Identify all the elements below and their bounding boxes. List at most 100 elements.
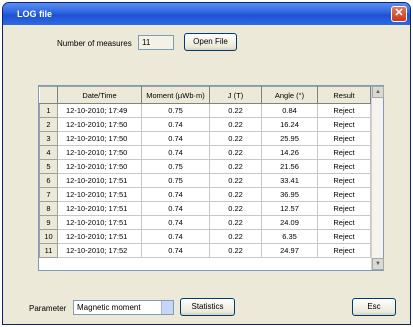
table-cell: 12-10-2010; 17:51 <box>57 187 142 202</box>
table-cell: 0.22 <box>209 117 262 132</box>
table-cell: 12-10-2010; 17:51 <box>57 201 142 216</box>
table-cell: Reject <box>317 103 371 118</box>
table-cell: 0.22 <box>209 173 262 188</box>
table-cell: 0.22 <box>209 187 262 202</box>
table-cell: Reject <box>317 145 371 160</box>
table-cell: 0.74 <box>141 201 210 216</box>
table-cell: 12-10-2010; 17:50 <box>57 159 142 174</box>
row-number: 1 <box>39 103 58 118</box>
column-header[interactable]: Angle (°) <box>261 86 318 104</box>
table-row[interactable]: 10 12-10-2010; 17:51 0.74 0.22 6.35 Reject <box>39 229 371 244</box>
column-header[interactable]: Result <box>317 86 371 104</box>
table-cell: Reject <box>317 131 371 146</box>
table-cell: 0.22 <box>209 145 262 160</box>
table-cell: 0.74 <box>141 243 210 258</box>
row-number: 2 <box>39 117 58 132</box>
row-number: 9 <box>39 215 58 230</box>
table-row[interactable]: 3 12-10-2010; 17:50 0.74 0.22 25.95 Reject <box>39 131 371 146</box>
table-cell: 0.22 <box>209 131 262 146</box>
table-cell: Reject <box>317 229 371 244</box>
row-number: 8 <box>39 201 58 216</box>
table-cell: 21.56 <box>261 159 318 174</box>
scroll-up-icon[interactable]: ▲ <box>372 86 384 98</box>
row-number: 6 <box>39 173 58 188</box>
table-row[interactable]: 2 12-10-2010; 17:50 0.74 0.22 16.24 Reject <box>39 117 371 132</box>
log-table: Date/Time Moment (µWb·m) J (T) Angle (°) Res… <box>39 86 371 258</box>
table-cell: Reject <box>317 187 371 202</box>
table-row[interactable]: 7 12-10-2010; 17:51 0.74 0.22 36.95 Reject <box>39 187 371 202</box>
row-number: 11 <box>39 243 58 258</box>
table-row[interactable]: 4 12-10-2010; 17:50 0.74 0.22 14.26 Reject <box>39 145 371 160</box>
vertical-scrollbar[interactable]: ▲ ▼ <box>371 86 384 270</box>
table-cell: 0.84 <box>261 103 318 118</box>
window-title: LOG file <box>17 9 53 19</box>
table-cell: 0.75 <box>141 159 210 174</box>
statistics-button[interactable]: Statistics <box>180 298 235 316</box>
table-row[interactable]: 1 12-10-2010; 17:49 0.75 0.22 0.84 Reject <box>39 103 371 118</box>
esc-button[interactable]: Esc <box>352 298 396 316</box>
title-bar[interactable]: LOG file ✕ <box>3 3 410 25</box>
column-header[interactable] <box>39 86 58 104</box>
close-icon[interactable]: ✕ <box>391 6 407 22</box>
table-cell: 33.41 <box>261 173 318 188</box>
table-cell: Reject <box>317 159 371 174</box>
table-row[interactable]: 8 12-10-2010; 17:51 0.74 0.22 12.57 Reject <box>39 201 371 216</box>
table-header-row: Date/Time Moment (µWb·m) J (T) Angle (°) Res… <box>39 86 371 104</box>
table-cell: 14.26 <box>261 145 318 160</box>
log-file-window: LOG file ✕ Number of measures 11 Open Fi… <box>2 2 411 325</box>
column-header[interactable]: Moment (µWb·m) <box>141 86 210 104</box>
open-file-button[interactable]: Open File <box>184 33 237 51</box>
log-grid[interactable]: Date/Time Moment (µWb·m) J (T) Angle (°) Res… <box>38 85 384 271</box>
table-cell: 12-10-2010; 17:50 <box>57 117 142 132</box>
table-cell: Reject <box>317 201 371 216</box>
table-cell: 0.75 <box>141 103 210 118</box>
table-cell: 16.24 <box>261 117 318 132</box>
parameter-select[interactable]: Magnetic moment <box>73 300 174 315</box>
table-cell: 0.74 <box>141 117 210 132</box>
measures-count-field: 11 <box>138 35 174 50</box>
table-cell: 12-10-2010; 17:52 <box>57 243 142 258</box>
table-cell: 0.74 <box>141 131 210 146</box>
table-row[interactable]: 11 12-10-2010; 17:52 0.74 0.22 24.97 Reject <box>39 243 371 258</box>
table-cell: 24.09 <box>261 215 318 230</box>
table-cell: Reject <box>317 215 371 230</box>
parameter-label: Parameter <box>29 304 67 313</box>
table-cell: 0.74 <box>141 145 210 160</box>
table-cell: 0.22 <box>209 229 262 244</box>
row-number: 10 <box>39 229 58 244</box>
row-number: 5 <box>39 159 58 174</box>
table-cell: Reject <box>317 173 371 188</box>
table-cell: 12-10-2010; 17:49 <box>57 103 142 118</box>
parameter-selected-value: Magnetic moment <box>77 303 141 312</box>
table-cell: 0.22 <box>209 159 262 174</box>
table-cell: 12-10-2010; 17:51 <box>57 229 142 244</box>
table-cell: 12-10-2010; 17:51 <box>57 173 142 188</box>
table-cell: 24.97 <box>261 243 318 258</box>
table-cell: 0.74 <box>141 229 210 244</box>
table-row[interactable]: 6 12-10-2010; 17:51 0.75 0.22 33.41 Reject <box>39 173 371 188</box>
dropdown-arrow-icon[interactable] <box>161 301 173 314</box>
measures-label: Number of measures <box>57 39 132 48</box>
table-cell: 36.95 <box>261 187 318 202</box>
table-cell: 0.75 <box>141 173 210 188</box>
table-row[interactable]: 9 12-10-2010; 17:51 0.74 0.22 24.09 Reject <box>39 215 371 230</box>
column-header[interactable]: J (T) <box>209 86 262 104</box>
row-number: 4 <box>39 145 58 160</box>
table-cell: 0.22 <box>209 243 262 258</box>
table-cell: 12-10-2010; 17:50 <box>57 145 142 160</box>
table-cell: 0.74 <box>141 187 210 202</box>
scroll-down-icon[interactable]: ▼ <box>372 258 384 270</box>
table-cell: 6.35 <box>261 229 318 244</box>
table-row[interactable]: 5 12-10-2010; 17:50 0.75 0.22 21.56 Reject <box>39 159 371 174</box>
row-number: 7 <box>39 187 58 202</box>
table-cell: 12-10-2010; 17:51 <box>57 215 142 230</box>
table-cell: 12-10-2010; 17:50 <box>57 131 142 146</box>
table-cell: 25.95 <box>261 131 318 146</box>
row-number: 3 <box>39 131 58 146</box>
table-cell: 0.22 <box>209 215 262 230</box>
column-header[interactable]: Date/Time <box>57 86 142 104</box>
table-cell: Reject <box>317 243 371 258</box>
table-cell: 0.22 <box>209 201 262 216</box>
table-cell: Reject <box>317 117 371 132</box>
table-cell: 0.22 <box>209 103 262 118</box>
